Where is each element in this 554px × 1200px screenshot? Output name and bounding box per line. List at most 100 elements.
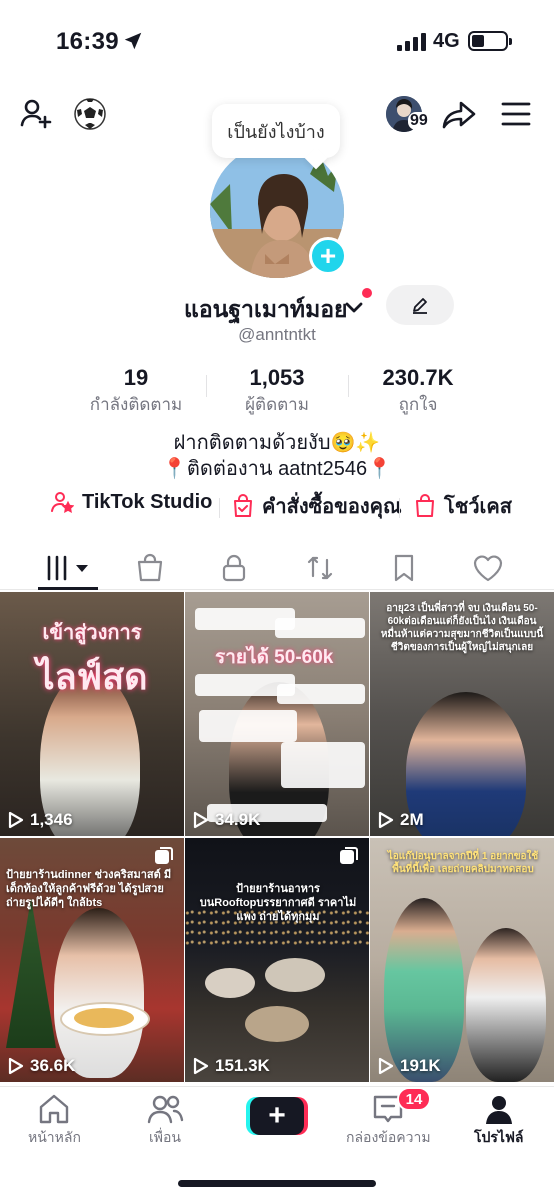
stat-followers[interactable]: 1,053 ผู้ติดตาม	[222, 365, 332, 418]
videos-grid-icon	[47, 555, 88, 581]
photo-carousel-icon	[340, 847, 358, 864]
friends-icon	[147, 1095, 184, 1124]
showcase-bag-icon	[416, 494, 434, 517]
shopping-bag-icon	[137, 553, 163, 582]
edit-profile-button[interactable]	[386, 285, 454, 325]
viewer-count: 99	[408, 112, 430, 130]
view-count-value: 36.6K	[30, 1056, 76, 1075]
pasta	[74, 1008, 134, 1028]
profile-icon	[485, 1096, 512, 1124]
comment-card	[277, 684, 365, 704]
inbox-badge: 14	[397, 1087, 431, 1111]
lock-icon	[222, 554, 246, 582]
stat-following[interactable]: 19 กำลังติดตาม	[86, 365, 186, 418]
christmas-tree	[6, 898, 56, 1048]
likes-label: ถูกใจ	[398, 395, 438, 414]
tab-shop[interactable]	[132, 550, 168, 586]
view-count: 34.9K	[193, 810, 260, 830]
dish	[245, 1006, 309, 1042]
thumbnail-figure	[54, 908, 144, 1078]
bookmark-icon	[394, 554, 414, 582]
video-caption: ป้ายยาร้านอาหารบนRooftopบรรยากาศดี ราคาไ…	[199, 883, 357, 923]
video-caption: ไอแก๊ปอนุบาลจากปีที่ 1 อยากขอใช้พื้นที่น…	[387, 851, 539, 875]
order-bag-icon	[234, 494, 252, 517]
tools-divider	[399, 498, 400, 518]
football-button[interactable]	[72, 96, 108, 132]
video-thumbnail[interactable]: ป้ายยาร้านอาหารบนRooftopบรรยากาศดี ราคาไ…	[185, 838, 369, 1082]
home-indicator	[178, 1180, 376, 1187]
active-tab-indicator	[38, 587, 98, 590]
tools-divider	[219, 498, 220, 518]
nav-inbox-label: กล่องข้อความ	[346, 1129, 431, 1145]
thumbnail-figure	[406, 692, 526, 836]
video-caption-large: ไลฟ์สด	[36, 656, 148, 697]
profile-content-tabs	[0, 546, 554, 590]
share-profile-button[interactable]	[440, 96, 478, 134]
nav-friends[interactable]: เพื่อน	[146, 1093, 184, 1149]
video-thumbnail[interactable]: อายุ23 เป็นพี่สาวที่ จบ เงินเดือน 50-60k…	[370, 592, 554, 836]
video-thumbnail[interactable]: ป้ายยาร้านdinner ช่วงคริสมาสต์ มีเด็กท้อ…	[0, 838, 184, 1082]
view-count: 2M	[378, 810, 424, 830]
add-friend-button[interactable]	[18, 96, 54, 132]
hamburger-menu-icon	[501, 102, 531, 126]
add-story-button[interactable]: +	[309, 237, 347, 275]
view-count: 1,346	[8, 810, 73, 830]
tab-reposts[interactable]	[302, 550, 338, 586]
stat-divider	[206, 375, 207, 397]
tab-private[interactable]	[216, 550, 252, 586]
your-orders-label: คำสั่งซื้อของคุณ	[262, 496, 402, 518]
comment-card	[281, 742, 365, 788]
football-icon	[74, 98, 106, 130]
view-count: 151.3K	[193, 1056, 270, 1076]
creator-star-icon	[51, 492, 74, 513]
comment-card	[199, 710, 297, 742]
nav-friends-label: เพื่อน	[149, 1129, 181, 1145]
stat-likes[interactable]: 230.7K ถูกใจ	[368, 365, 468, 418]
username-handle: @anntntkt	[238, 325, 316, 344]
create-button[interactable]: +	[246, 1097, 308, 1135]
view-count-value: 1,346	[30, 810, 73, 829]
tab-videos[interactable]	[44, 550, 92, 586]
followers-label: ผู้ติดตาม	[245, 395, 309, 414]
photo-carousel-icon	[155, 847, 173, 864]
nav-profile-label: โปรไฟล์	[474, 1129, 524, 1145]
cellular-signal-icon	[397, 33, 426, 51]
view-count-value: 2M	[400, 810, 424, 829]
dish	[265, 958, 325, 992]
video-thumbnail[interactable]: เข้าสู่วงการ ไลฟ์สด 1,346	[0, 592, 184, 836]
display-name[interactable]: แอนฐาเมาท์มอย	[184, 292, 348, 328]
view-count-value: 151.3K	[215, 1056, 270, 1075]
video-thumbnail[interactable]: รายได้ 50-60k 34.9K	[185, 592, 369, 836]
video-thumbnail[interactable]: ไอแก๊ปอนุบาลจากปีที่ 1 อยากขอใช้พื้นที่น…	[370, 838, 554, 1082]
view-count: 191K	[378, 1056, 441, 1076]
play-icon	[378, 1057, 394, 1075]
nav-home-label: หน้าหลัก	[28, 1129, 81, 1145]
stat-divider	[348, 375, 349, 397]
view-count-value: 34.9K	[215, 810, 261, 829]
chevron-down-icon[interactable]	[343, 296, 365, 318]
video-caption: อายุ23 เป็นพี่สาวที่ จบ เงินเดือน 50-60k…	[380, 603, 544, 653]
notification-dot	[362, 288, 372, 298]
battery-icon	[468, 31, 512, 51]
repost-icon	[307, 556, 333, 580]
share-icon	[442, 101, 476, 129]
play-icon	[8, 811, 24, 829]
location-arrow-icon	[124, 32, 142, 50]
play-icon	[193, 1057, 209, 1075]
showcase-button[interactable]: โชว์เคส	[414, 490, 512, 522]
nav-profile[interactable]: โปรไฟล์	[474, 1093, 523, 1149]
menu-button[interactable]	[498, 98, 534, 130]
home-icon	[40, 1094, 69, 1124]
your-orders-button[interactable]: คำสั่งซื้อของคุณ	[232, 490, 402, 522]
nav-home[interactable]: หน้าหลัก	[28, 1093, 81, 1149]
add-user-icon	[20, 99, 52, 129]
play-icon	[8, 1057, 24, 1075]
view-count-value: 191K	[400, 1056, 441, 1075]
following-label: กำลังติดตาม	[89, 395, 183, 414]
tab-favorites[interactable]	[386, 550, 422, 586]
tab-liked[interactable]	[470, 550, 506, 586]
comment-card	[275, 618, 365, 638]
status-bar: 16:39 4G	[0, 0, 554, 80]
tiktok-studio-button[interactable]: TikTok Studio	[50, 490, 212, 514]
status-bubble[interactable]: เป็นยังไงบ้าง	[212, 104, 340, 158]
